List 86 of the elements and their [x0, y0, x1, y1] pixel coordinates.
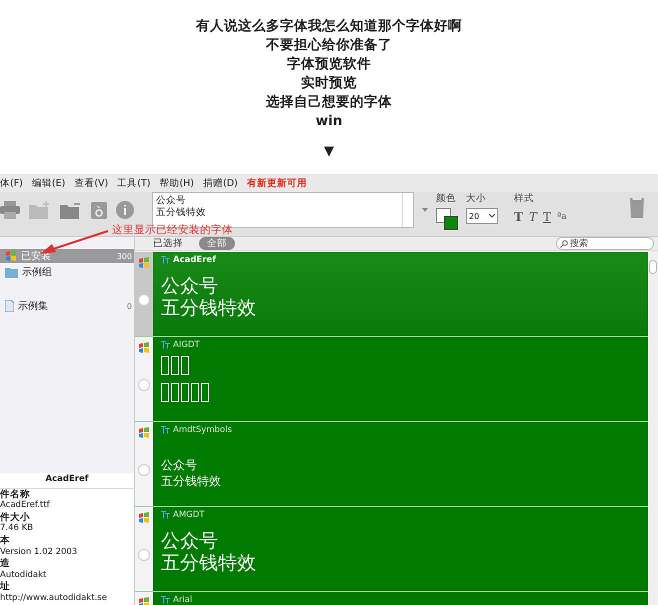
article-line: win [316, 112, 342, 131]
menu-item[interactable]: 帮助(H) [159, 176, 194, 190]
style-button[interactable]: T [528, 210, 537, 224]
font-file-icon [5, 300, 14, 312]
truetype-icon [161, 256, 170, 264]
info-value: Autodidakt [0, 570, 48, 581]
info-icon [116, 201, 134, 219]
info-label: 造 [0, 558, 11, 570]
font-name: Arial [173, 595, 192, 605]
scrollbar-thumb[interactable] [649, 260, 657, 274]
menu-item[interactable]: 工具(T) [117, 176, 150, 190]
windows-logo-icon [138, 257, 150, 269]
sidebar-item[interactable]: 示例组 [0, 265, 134, 279]
preview-text: 五分钱特效 [161, 552, 256, 574]
missing-glyphs-icon [161, 383, 209, 402]
radio-button[interactable] [138, 464, 150, 476]
menu-item[interactable]: 捐赠(D) [203, 176, 238, 190]
truetype-icon [161, 511, 170, 519]
info-value: AcadEref.ttf [0, 500, 51, 512]
sidebar-item[interactable]: 示例集 0 [0, 299, 134, 313]
info-label: 址 [0, 581, 11, 593]
font-row[interactable]: Arial [135, 592, 648, 605]
preview-text: 五分钱特效 [161, 297, 256, 319]
font-row[interactable]: AIGDT [135, 337, 648, 422]
windows-logo-icon [138, 512, 150, 524]
font-row[interactable]: AMGDT 公众号 五分钱特效 [135, 507, 648, 592]
style-button[interactable]: ªa [556, 212, 567, 222]
info-title: AcadEref [0, 473, 134, 489]
folder-icon [5, 266, 18, 278]
radio-button[interactable] [138, 379, 150, 391]
font-row[interactable]: AcadEref 公众号 五分钱特效 [135, 252, 648, 337]
font-name: AMGDT [173, 510, 204, 520]
truetype-icon [161, 596, 170, 604]
preview-text: 公众号 [161, 457, 197, 473]
article-line: 不要担心给你准备了 [266, 36, 392, 55]
radio-button[interactable] [138, 294, 150, 306]
truetype-icon [161, 426, 170, 434]
item-count: 0 [126, 302, 132, 310]
article-line: 字体预览软件 [287, 55, 371, 74]
article-line: 有人说这么多字体我怎么知道那个字体好啊 [196, 17, 462, 36]
filter-tab[interactable]: 已选择 [145, 237, 191, 250]
info-label: 件大小 [0, 512, 31, 524]
printer-icon [0, 201, 20, 219]
preview-text: 五分钱特效 [161, 473, 221, 489]
menu-item[interactable]: 体(F) [0, 176, 23, 190]
windows-logo-icon [5, 250, 17, 262]
info-value: http://www.autodidakt.se [0, 592, 108, 605]
truetype-icon [161, 341, 170, 349]
article-line: 选择自己想要的字体 [266, 93, 392, 112]
info-label: 本 [0, 534, 11, 547]
font-name: AIGDT [173, 340, 200, 350]
accent-letter-icon [91, 201, 107, 219]
font-name: AmdtSymbols [173, 425, 232, 435]
search-field[interactable]: 搜索 [556, 237, 654, 250]
windows-logo-icon [138, 342, 150, 354]
size-label: 大小 [466, 192, 487, 205]
remove-folder-icon [60, 201, 82, 219]
color-label: 颜色 [436, 192, 457, 205]
info-value: Version 1.02 2003 [0, 546, 78, 558]
style-label: 样式 [514, 192, 535, 205]
menu-item[interactable]: 查看(V) [74, 176, 108, 190]
preview-text: 公众号 [161, 530, 218, 552]
style-button[interactable]: T [514, 210, 523, 224]
size-dropdown[interactable]: 20 [466, 208, 498, 224]
missing-glyphs-icon [161, 356, 189, 375]
item-label: 示例组 [22, 266, 52, 279]
windows-logo-icon [138, 427, 150, 439]
info-value: 7.46 KB [0, 523, 34, 535]
color-swatch[interactable] [436, 208, 458, 230]
dropdown-caret-icon [422, 208, 428, 212]
item-label: 示例集 [18, 300, 48, 313]
caret-icon [489, 214, 495, 218]
font-name: AcadEref [173, 255, 216, 265]
filter-tab[interactable]: 全部 [199, 237, 235, 250]
article-line: 实时预览 [301, 74, 357, 93]
radio-button[interactable] [138, 549, 150, 561]
style-button[interactable]: T [542, 210, 551, 224]
item-count: 300 [116, 252, 132, 260]
trash-icon [630, 198, 644, 218]
add-folder-icon [29, 201, 51, 219]
menu-item[interactable]: 编辑(E) [32, 176, 66, 190]
font-row[interactable]: AmdtSymbols 公众号 五分钱特效 [135, 422, 648, 507]
info-label: 件名称 [0, 488, 31, 500]
down-arrow-icon: ▼ [324, 142, 334, 161]
update-notice[interactable]: 有新更新可用 [246, 176, 307, 190]
preview-text: 公众号 [161, 275, 218, 297]
